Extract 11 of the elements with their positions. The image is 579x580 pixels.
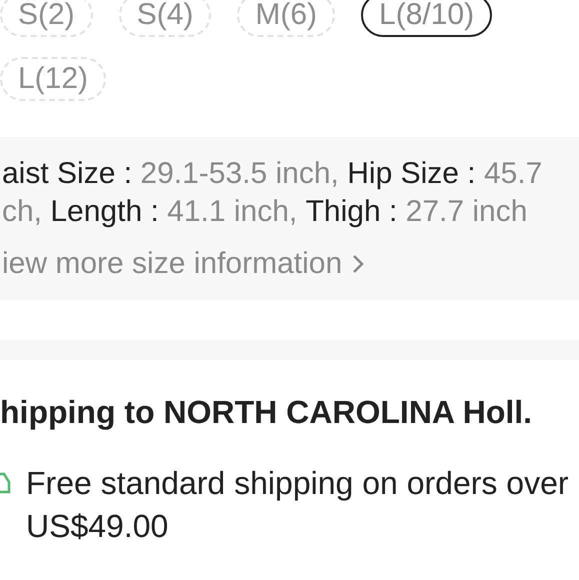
view-more-size-link[interactable]: iew more size information <box>2 245 579 283</box>
size-option[interactable]: S(2) <box>0 0 93 37</box>
size-measurements: aist Size : 29.1-53.5 inch, Hip Size : 45.7 <box>2 156 544 192</box>
size-option[interactable]: L(12) <box>0 57 106 101</box>
size-option[interactable]: S(4) <box>118 0 212 37</box>
size-option[interactable]: M(6) <box>237 0 336 37</box>
size-measurements: ch, Length : 41.1 inch, Thigh : 27.7 inch <box>2 194 528 230</box>
size-option[interactable]: L(8/10) <box>361 0 492 37</box>
free-shipping-note: Free standard shipping on orders over US$49.00 <box>26 464 570 546</box>
shipping-title: hipping to NORTH CAROLINA Holl. <box>0 393 534 432</box>
chevron-right-icon <box>352 254 364 274</box>
